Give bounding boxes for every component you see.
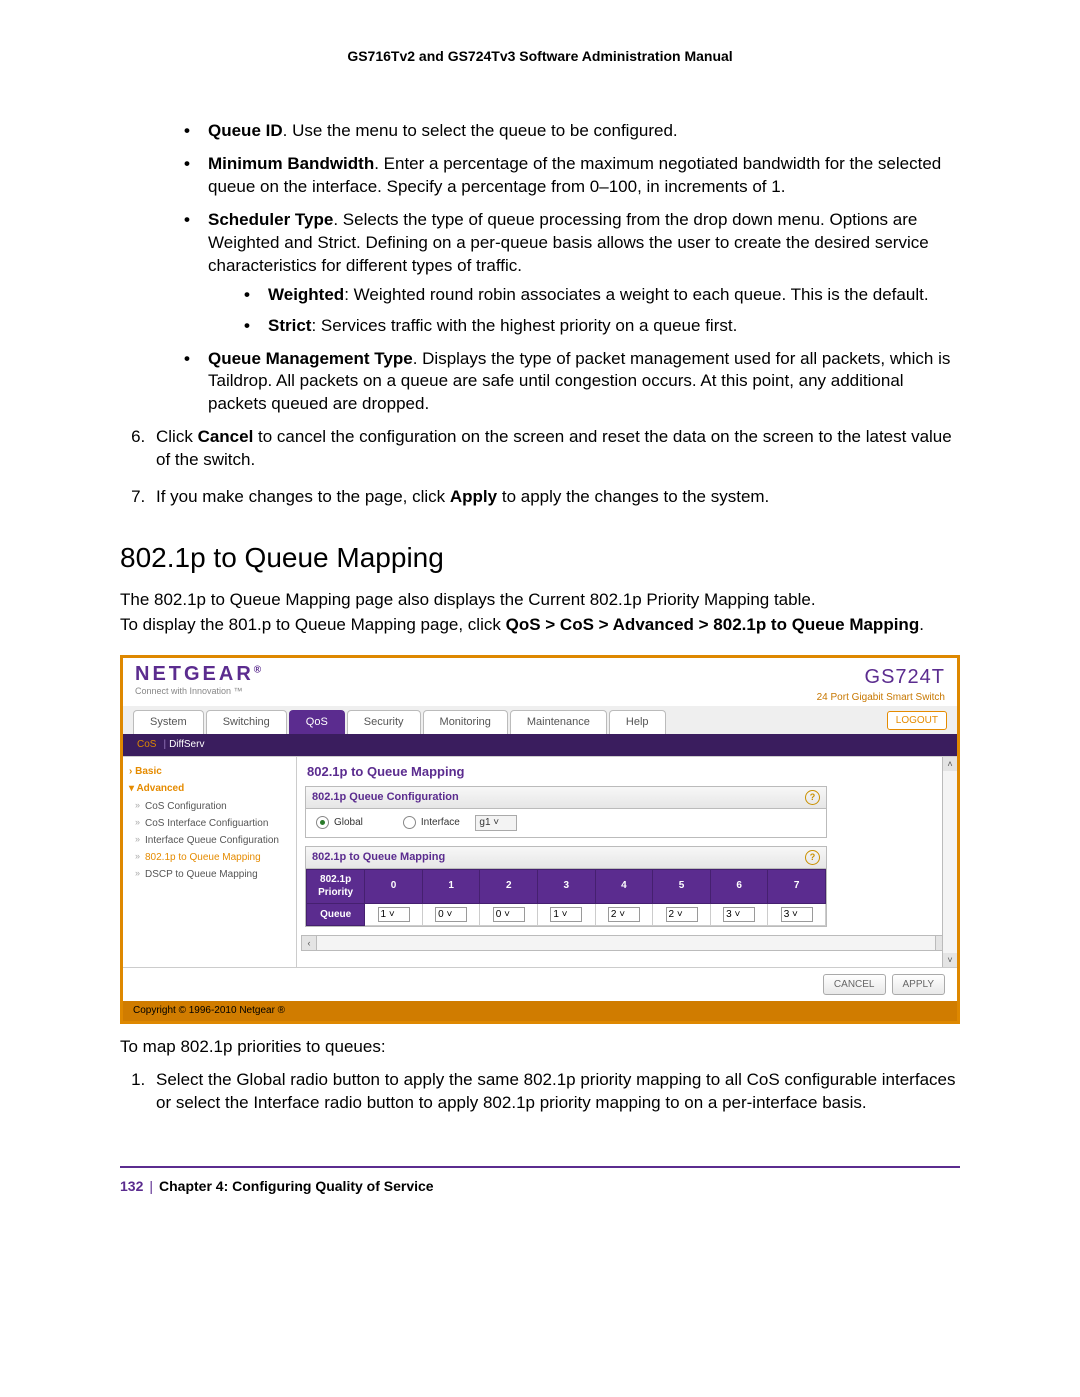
section-heading: 802.1p to Queue Mapping [120,539,960,577]
subtab-diffserv[interactable]: DiffServ [169,739,204,750]
priority-0: 0 [365,869,423,903]
help-icon[interactable]: ? [805,850,820,865]
nav-cos-interface-config[interactable]: CoS Interface Configuartion [135,815,292,832]
bullet-scheduler-type: Scheduler Type. Selects the type of queu… [184,209,960,338]
brand-tagline: Connect with Innovation ™ [135,685,261,697]
priority-7: 7 [768,869,826,903]
queue-select-4[interactable]: 2 ˅ [608,907,640,923]
steps-list: Click Cancel to cancel the configuration… [150,426,960,509]
bullet-queue-id: Queue ID. Use the menu to select the que… [184,120,960,143]
bullet-min-bandwidth: Minimum Bandwidth. Enter a percentage of… [184,153,960,199]
panel1-title: 802.1p Queue Configuration [312,790,459,805]
panel-queue-mapping: 802.1p to Queue Mapping? 802.1p Priority… [305,846,827,928]
priority-1: 1 [422,869,480,903]
priority-2: 2 [480,869,538,903]
row-header-priority: 802.1p Priority [307,869,365,903]
queue-select-5[interactable]: 2 ˅ [666,907,698,923]
queue-select-2[interactable]: 0 ˅ [493,907,525,923]
apply-button[interactable]: APPLY [892,974,946,996]
interface-select[interactable]: g1 ˅ [475,815,517,831]
model-name: GS724T [865,666,945,688]
help-icon[interactable]: ? [805,790,820,805]
step-7: If you make changes to the page, click A… [150,486,960,509]
nav-basic[interactable]: › Basic [127,763,292,781]
tab-maintenance[interactable]: Maintenance [510,710,607,734]
priority-6: 6 [710,869,768,903]
horizontal-scrollbar[interactable]: ‹› [301,935,951,951]
panel2-title: 802.1p to Queue Mapping [312,850,445,865]
page-title: 802.1p to Queue Mapping [307,763,953,781]
row-header-queue: Queue [307,903,365,926]
footer-rule [120,1166,960,1168]
priority-4: 4 [595,869,653,903]
nav-dscp-queue-mapping[interactable]: DSCP to Queue Mapping [135,866,292,883]
subtab-cos[interactable]: CoS [137,739,156,750]
panel-queue-config: 802.1p Queue Configuration? Global Inter… [305,786,827,838]
doc-header: GS716Tv2 and GS724Tv3 Software Administr… [120,48,960,64]
mapping-table: 802.1p Priority 0 1 2 3 4 5 6 7 [306,869,826,927]
tab-security[interactable]: Security [347,710,421,734]
queue-select-6[interactable]: 3 ˅ [723,907,755,923]
after-ui-text: To map 802.1p priorities to queues: [120,1036,960,1059]
primary-tabs: System Switching QoS Security Monitoring… [123,706,957,734]
copyright: Copyright © 1996-2010 Netgear ® [123,1001,957,1021]
tab-qos[interactable]: QoS [289,710,345,734]
queue-select-1[interactable]: 0 ˅ [435,907,467,923]
queue-select-3[interactable]: 1 ˅ [550,907,582,923]
page-footer: 132|Chapter 4: Configuring Quality of Se… [120,1178,960,1194]
mapping-steps: Select the Global radio button to apply … [150,1069,960,1115]
nav-8021p-queue-mapping[interactable]: 802.1p to Queue Mapping [135,849,292,866]
radio-interface[interactable]: Interface g1 ˅ [403,815,517,831]
tab-monitoring[interactable]: Monitoring [423,710,508,734]
section-intro-1: The 802.1p to Queue Mapping page also di… [120,589,960,612]
bullet-weighted: Weighted: Weighted round robin associate… [244,284,960,307]
tab-system[interactable]: System [133,710,204,734]
priority-3: 3 [538,869,596,903]
bullet-strict: Strict: Services traffic with the highes… [244,315,960,338]
nav-advanced[interactable]: ▾ Advanced [127,780,292,798]
tab-switching[interactable]: Switching [206,710,287,734]
main-content: 802.1p to Queue Mapping 802.1p Queue Con… [297,757,957,967]
bullet-queue-mgmt: Queue Management Type. Displays the type… [184,348,960,417]
mapping-step-1: Select the Global radio button to apply … [150,1069,960,1115]
logout-button[interactable]: LOGOUT [887,711,947,731]
brand-logo: NETGEAR® [135,663,261,685]
tab-help[interactable]: Help [609,710,666,734]
queue-select-0[interactable]: 1 ˅ [378,907,410,923]
section-intro-2: To display the 801.p to Queue Mapping pa… [120,614,960,637]
queue-select-7[interactable]: 3 ˅ [781,907,813,923]
left-nav: › Basic ▾ Advanced CoS Configuration CoS… [123,757,297,967]
model-sub: 24 Port Gigabit Smart Switch [817,691,945,705]
vertical-scrollbar[interactable]: ˄˅ [942,757,957,967]
field-bullets: Queue ID. Use the menu to select the que… [184,120,960,416]
nav-interface-queue-config[interactable]: Interface Queue Configuration [135,832,292,849]
step-6: Click Cancel to cancel the configuration… [150,426,960,472]
radio-global[interactable]: Global [316,816,363,830]
secondary-tabs: CoS|DiffServ [123,734,957,756]
embedded-ui-screenshot: NETGEAR® Connect with Innovation ™ GS724… [120,655,960,1024]
nav-cos-config[interactable]: CoS Configuration [135,798,292,815]
priority-5: 5 [653,869,711,903]
cancel-button[interactable]: CANCEL [823,974,886,996]
